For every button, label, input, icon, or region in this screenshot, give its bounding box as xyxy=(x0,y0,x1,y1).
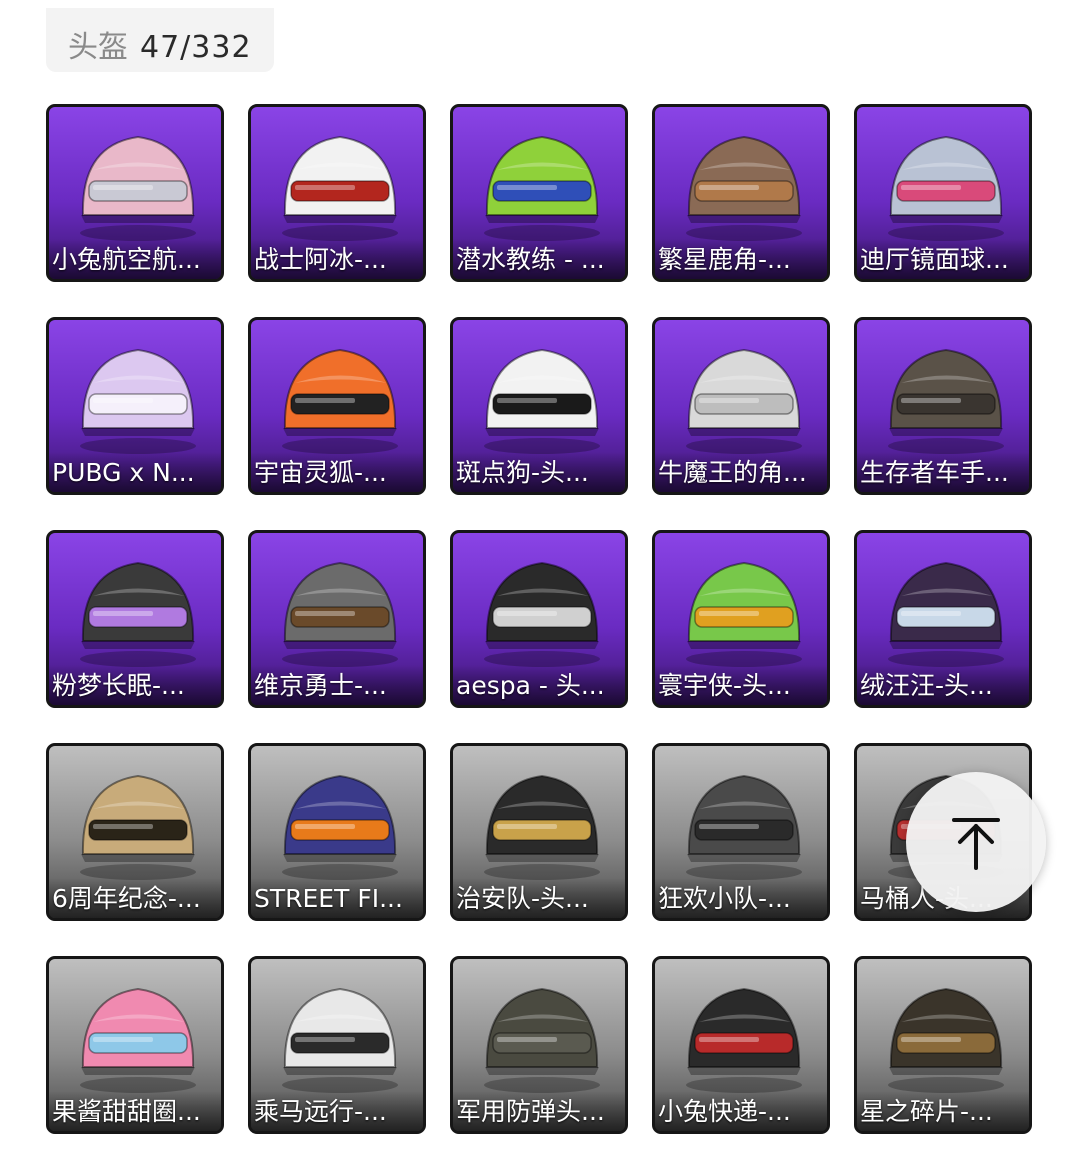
helmet-image xyxy=(484,348,600,454)
item-count: 47/332 xyxy=(140,30,252,65)
scroll-to-top-button[interactable] xyxy=(906,772,1046,912)
helmet-image xyxy=(484,987,600,1093)
category-label: 头盔 xyxy=(68,30,128,65)
helmet-name: 繁星鹿角-... xyxy=(658,245,791,274)
helmet-name: 迪厅镜面球... xyxy=(860,245,1009,274)
helmet-name: 果酱甜甜圈... xyxy=(52,1097,201,1126)
helmet-tile[interactable]: PUBG x N... xyxy=(46,317,224,495)
helmet-image xyxy=(282,561,398,667)
helmet-tile[interactable]: 潜水教练 - ... xyxy=(450,104,628,282)
helmet-image xyxy=(686,987,802,1093)
helmet-image xyxy=(282,987,398,1093)
helmet-tile[interactable]: 果酱甜甜圈... xyxy=(46,956,224,1134)
helmet-name: 战士阿冰-... xyxy=(254,245,387,274)
helmet-image xyxy=(80,348,196,454)
helmet-image xyxy=(80,987,196,1093)
arrow-up-to-top-icon xyxy=(952,818,1000,870)
helmet-name: 狂欢小队-... xyxy=(658,884,791,913)
helmet-tile[interactable]: 乘马远行-... xyxy=(248,956,426,1134)
helmet-image xyxy=(484,774,600,880)
helmet-name: 星之碎片-... xyxy=(860,1097,993,1126)
helmet-image xyxy=(888,561,1004,667)
helmet-name: 宇宙灵狐-... xyxy=(254,458,387,487)
helmet-tile[interactable]: 绒汪汪-头... xyxy=(854,530,1032,708)
helmet-name: PUBG x N... xyxy=(52,458,195,487)
helmet-image xyxy=(282,135,398,241)
helmet-name: 绒汪汪-头... xyxy=(860,671,993,700)
helmet-tile[interactable]: STREET FI... xyxy=(248,743,426,921)
helmet-name: 斑点狗-头... xyxy=(456,458,589,487)
helmet-tile[interactable]: 寰宇侠-头... xyxy=(652,530,830,708)
helmet-name: STREET FI... xyxy=(254,884,403,913)
helmet-tile[interactable]: 生存者车手... xyxy=(854,317,1032,495)
helmet-tile[interactable]: 宇宙灵狐-... xyxy=(248,317,426,495)
helmet-image xyxy=(686,774,802,880)
helmet-image xyxy=(282,348,398,454)
helmet-tile[interactable]: 6周年纪念-... xyxy=(46,743,224,921)
helmet-name: 小兔快递-... xyxy=(658,1097,791,1126)
helmet-tile[interactable]: 维京勇士-... xyxy=(248,530,426,708)
helmet-image xyxy=(80,135,196,241)
helmet-name: 寰宇侠-头... xyxy=(658,671,791,700)
helmet-image xyxy=(80,561,196,667)
helmet-tile[interactable]: 军用防弹头... xyxy=(450,956,628,1134)
helmet-name: aespa - 头... xyxy=(456,671,605,700)
helmet-name: 维京勇士-... xyxy=(254,671,387,700)
helmet-tile[interactable]: 斑点狗-头... xyxy=(450,317,628,495)
helmet-name: 潜水教练 - ... xyxy=(456,245,605,274)
helmet-image xyxy=(484,561,600,667)
helmet-tile[interactable]: 迪厅镜面球... xyxy=(854,104,1032,282)
helmet-tile[interactable]: 狂欢小队-... xyxy=(652,743,830,921)
helmet-name: 生存者车手... xyxy=(860,458,1009,487)
helmet-image xyxy=(888,348,1004,454)
helmet-tile[interactable]: aespa - 头... xyxy=(450,530,628,708)
helmet-image xyxy=(484,135,600,241)
helmet-name: 治安队-头... xyxy=(456,884,589,913)
helmet-image xyxy=(888,135,1004,241)
helmet-name: 军用防弹头... xyxy=(456,1097,605,1126)
helmet-grid: 小兔航空航... 战士阿冰-... 潜水教练 - ... 繁星鹿角-... 迪厅镜面球.… xyxy=(46,104,1032,1134)
helmet-image xyxy=(686,561,802,667)
helmet-tile[interactable]: 战士阿冰-... xyxy=(248,104,426,282)
helmet-image xyxy=(686,135,802,241)
helmet-image xyxy=(888,987,1004,1093)
category-chip[interactable]: 头盔 47/332 xyxy=(46,8,274,72)
helmet-name: 乘马远行-... xyxy=(254,1097,387,1126)
helmet-name: 粉梦长眠-... xyxy=(52,671,185,700)
helmet-tile[interactable]: 小兔航空航... xyxy=(46,104,224,282)
helmet-tile[interactable]: 繁星鹿角-... xyxy=(652,104,830,282)
helmet-tile[interactable]: 治安队-头... xyxy=(450,743,628,921)
helmet-tile[interactable]: 牛魔王的角... xyxy=(652,317,830,495)
helmet-name: 6周年纪念-... xyxy=(52,884,201,913)
helmet-image xyxy=(686,348,802,454)
helmet-tile[interactable]: 星之碎片-... xyxy=(854,956,1032,1134)
helmet-name: 牛魔王的角... xyxy=(658,458,807,487)
helmet-name: 小兔航空航... xyxy=(52,245,201,274)
helmet-image xyxy=(282,774,398,880)
helmet-tile[interactable]: 小兔快递-... xyxy=(652,956,830,1134)
helmet-tile[interactable]: 粉梦长眠-... xyxy=(46,530,224,708)
helmet-image xyxy=(80,774,196,880)
